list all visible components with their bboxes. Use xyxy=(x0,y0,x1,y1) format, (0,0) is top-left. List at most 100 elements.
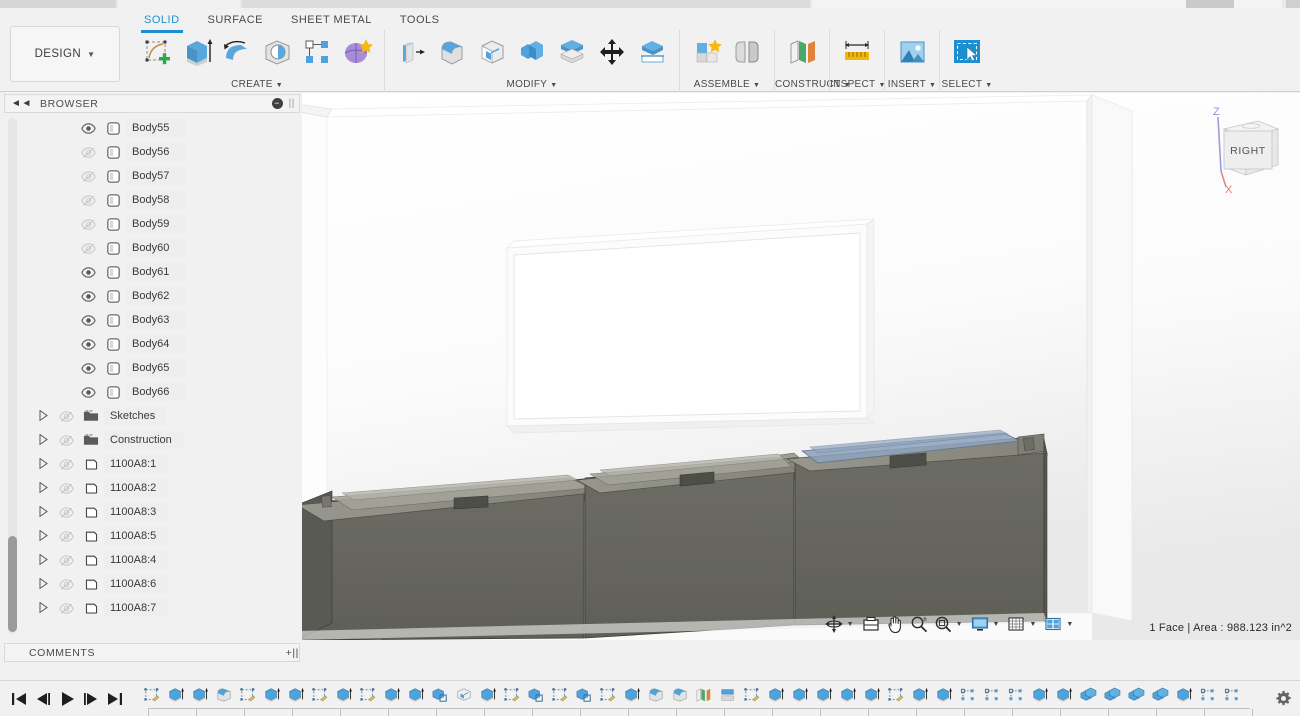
browser-node[interactable]: Body57 xyxy=(4,164,300,188)
timeline-feature-sketch[interactable] xyxy=(500,684,524,706)
ribbon-group-inspect-label[interactable]: INSPECT▼ xyxy=(830,79,884,90)
align-icon[interactable] xyxy=(634,32,670,72)
browser-node[interactable]: Sketches xyxy=(4,404,300,428)
browser-node[interactable]: Body60 xyxy=(4,236,300,260)
chevron-down-icon[interactable]: ▼ xyxy=(1066,621,1073,628)
tab-strip-segment-b[interactable] xyxy=(118,0,240,8)
eye-hidden-icon[interactable] xyxy=(54,481,78,496)
timeline-feature-extrude[interactable] xyxy=(1028,684,1052,706)
grid-snaps-icon[interactable] xyxy=(1005,613,1027,635)
browser-node[interactable]: 1100A8:4 xyxy=(4,548,300,572)
eye-visible-icon[interactable] xyxy=(76,121,100,136)
step-forward-icon[interactable] xyxy=(80,687,102,711)
timeline-feature-combine[interactable] xyxy=(524,684,548,706)
timeline-feature-combine[interactable] xyxy=(428,684,452,706)
eye-visible-icon[interactable] xyxy=(76,337,100,352)
timeline-feature-combine[interactable] xyxy=(572,684,596,706)
ribbon-group-assemble-label[interactable]: ASSEMBLE▼ xyxy=(680,79,774,90)
timeline-feature-move[interactable] xyxy=(1100,684,1124,706)
eye-hidden-icon[interactable] xyxy=(54,433,78,448)
timeline-feature-fillet[interactable] xyxy=(644,684,668,706)
eye-hidden-icon[interactable] xyxy=(76,241,100,256)
go-to-end-icon[interactable] xyxy=(104,687,126,711)
tab-strip-segment-c[interactable] xyxy=(242,0,810,8)
timeline-feature-extrude[interactable] xyxy=(860,684,884,706)
document-tab-strip[interactable] xyxy=(0,0,1300,8)
eye-hidden-icon[interactable] xyxy=(76,169,100,184)
timeline-feature-pattern[interactable] xyxy=(980,684,1004,706)
browser-node[interactable]: 1100A8:7 xyxy=(4,596,300,620)
eye-hidden-icon[interactable] xyxy=(54,529,78,544)
timeline-feature-extrude[interactable] xyxy=(476,684,500,706)
fit-icon[interactable] xyxy=(932,613,954,635)
eye-hidden-icon[interactable] xyxy=(54,577,78,592)
play-icon[interactable] xyxy=(56,687,78,711)
look-at-icon[interactable] xyxy=(860,613,882,635)
timeline-feature-extrude[interactable] xyxy=(764,684,788,706)
fillet-icon[interactable] xyxy=(434,32,470,72)
browser-node[interactable]: Body61 xyxy=(4,260,300,284)
timeline-feature-pattern[interactable] xyxy=(956,684,980,706)
eye-hidden-icon[interactable] xyxy=(76,217,100,232)
eye-visible-icon[interactable] xyxy=(76,385,100,400)
timeline-feature-extrude[interactable] xyxy=(836,684,860,706)
timeline-feature-sketch[interactable] xyxy=(596,684,620,706)
collapse-left-icon[interactable]: ◄◄ xyxy=(11,98,32,109)
timeline-feature-sketch[interactable] xyxy=(356,684,380,706)
eye-visible-icon[interactable] xyxy=(76,265,100,280)
tab-surface[interactable]: SURFACE xyxy=(194,8,277,32)
timeline-feature-extrude[interactable] xyxy=(1052,684,1076,706)
timeline-feature-plane[interactable] xyxy=(692,684,716,706)
pan-icon[interactable] xyxy=(884,613,906,635)
chevron-down-icon[interactable]: ▼ xyxy=(993,621,1000,628)
display-settings-icon[interactable] xyxy=(969,613,991,635)
browser-node[interactable]: 1100A8:1 xyxy=(4,452,300,476)
timeline-feature-pattern[interactable] xyxy=(1220,684,1244,706)
timeline-feature-extrude[interactable] xyxy=(332,684,356,706)
create-sketch-icon[interactable] xyxy=(139,32,175,72)
ribbon-group-construct-label[interactable]: CONSTRUCT▼ xyxy=(775,79,829,90)
timeline-feature-fillet[interactable] xyxy=(668,684,692,706)
joint-icon[interactable] xyxy=(729,32,765,72)
timeline-feature-sketch[interactable] xyxy=(740,684,764,706)
timeline-feature-sketch[interactable] xyxy=(308,684,332,706)
plus-circle-icon[interactable]: + xyxy=(286,647,293,659)
insert-image-icon[interactable] xyxy=(894,32,930,72)
shell-icon[interactable] xyxy=(474,32,510,72)
timeline-feature-sketch[interactable] xyxy=(548,684,572,706)
timeline-feature-move[interactable] xyxy=(1148,684,1172,706)
browser-node[interactable]: 1100A8:6 xyxy=(4,572,300,596)
browser-tree[interactable]: Body55Body56Body57Body58Body59Body60Body… xyxy=(4,116,300,640)
ribbon-group-create-label[interactable]: CREATE▼ xyxy=(130,79,384,90)
extrude-icon[interactable] xyxy=(179,32,215,72)
browser-node[interactable]: Body62 xyxy=(4,284,300,308)
timeline-feature-extrude[interactable] xyxy=(380,684,404,706)
eye-hidden-icon[interactable] xyxy=(76,145,100,160)
eye-visible-icon[interactable] xyxy=(76,361,100,376)
zoom-icon[interactable]: ± xyxy=(908,613,930,635)
step-back-icon[interactable] xyxy=(32,687,54,711)
timeline-feature-move[interactable] xyxy=(1124,684,1148,706)
orbit-icon[interactable] xyxy=(823,613,845,635)
timeline-feature-extrude[interactable] xyxy=(812,684,836,706)
timeline-feature-extrude[interactable] xyxy=(404,684,428,706)
gear-icon[interactable] xyxy=(1266,690,1300,707)
minus-circle-icon[interactable]: − xyxy=(272,98,283,109)
expand-arrow-icon[interactable] xyxy=(32,458,54,471)
browser-scrollbar[interactable] xyxy=(8,118,17,634)
combine-icon[interactable] xyxy=(514,32,550,72)
expand-arrow-icon[interactable] xyxy=(32,482,54,495)
chevron-down-icon[interactable]: ▼ xyxy=(1029,621,1036,628)
tab-solid[interactable]: SOLID xyxy=(130,8,194,32)
ribbon-group-insert-label[interactable]: INSERT▼ xyxy=(885,79,939,90)
press-pull-icon[interactable] xyxy=(394,32,430,72)
eye-hidden-icon[interactable] xyxy=(54,409,78,424)
sweep-icon[interactable] xyxy=(259,32,295,72)
tab-strip-segment-a[interactable] xyxy=(0,0,116,8)
select-window-icon[interactable] xyxy=(949,32,985,72)
workspace-switcher[interactable]: DESIGN ▼ xyxy=(10,26,120,82)
browser-node[interactable]: 1100A8:5 xyxy=(4,524,300,548)
chevron-down-icon[interactable]: ▼ xyxy=(847,621,854,628)
tab-strip-segment-e[interactable] xyxy=(1186,0,1234,8)
pattern-icon[interactable] xyxy=(299,32,335,72)
